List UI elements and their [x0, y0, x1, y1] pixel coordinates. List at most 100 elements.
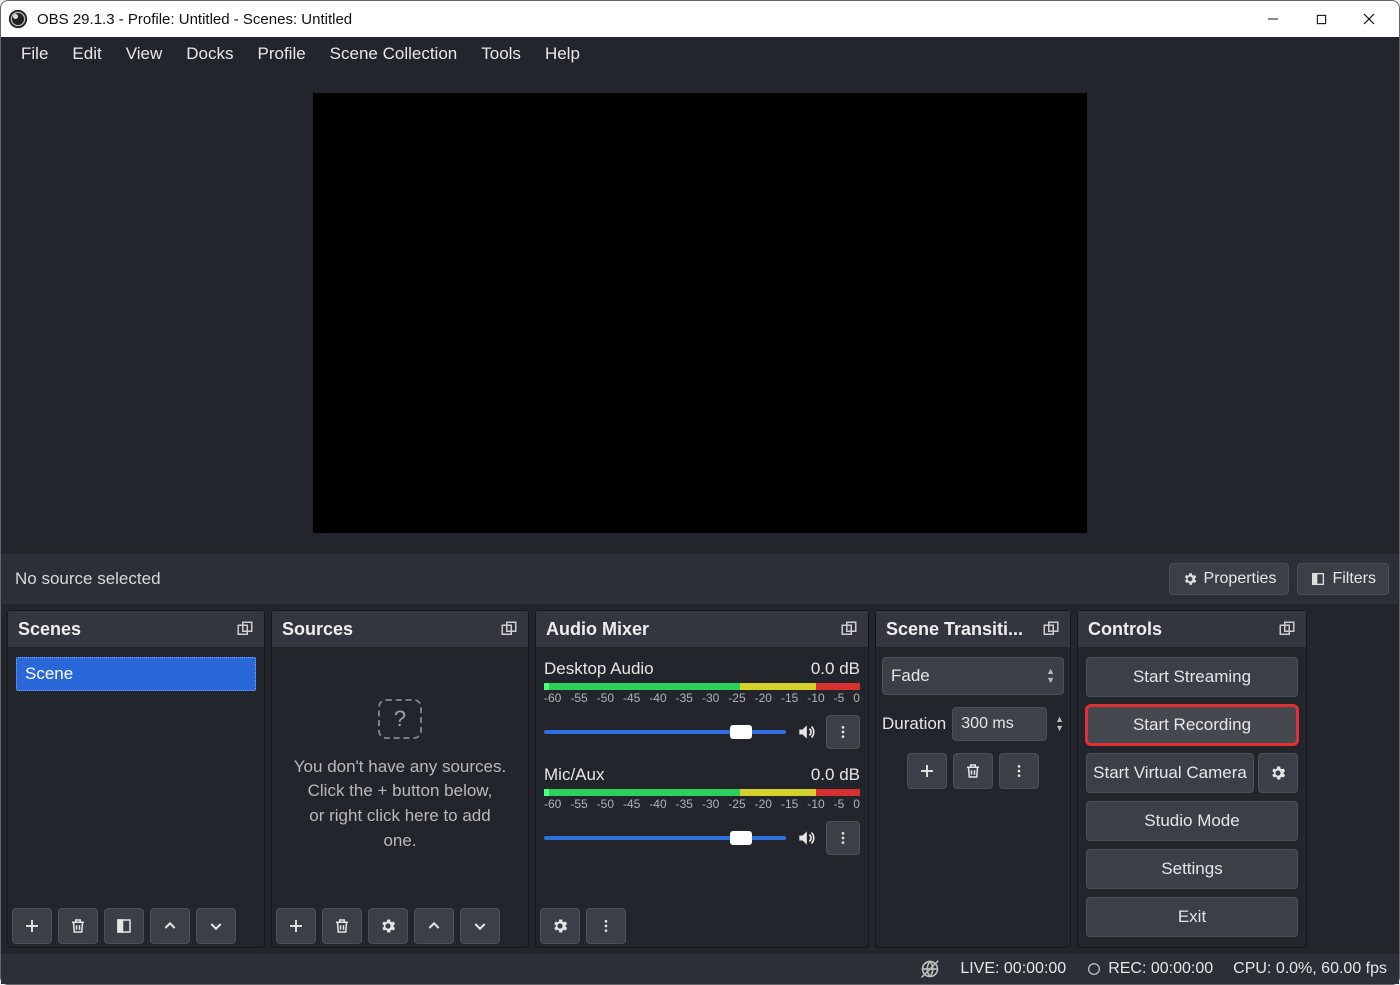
tick: -5	[834, 691, 845, 705]
gear-icon	[1182, 571, 1198, 587]
tick: -20	[755, 691, 772, 705]
status-rec: REC: 00:00:00	[1108, 960, 1213, 978]
menu-profile[interactable]: Profile	[245, 38, 317, 70]
tick: -55	[570, 691, 587, 705]
window-maximize-button[interactable]	[1297, 3, 1345, 35]
mixer-options-button[interactable]	[586, 908, 626, 944]
filters-button-label: Filters	[1332, 570, 1376, 588]
transition-select[interactable]: Fade ▲▼	[882, 657, 1064, 695]
record-icon	[1086, 961, 1102, 977]
audio-meter: -60 -55 -50 -45 -40 -35 -30 -25 -20 -15	[544, 683, 860, 713]
start-recording-button[interactable]: Start Recording	[1086, 705, 1298, 745]
tick: 0	[853, 797, 860, 811]
popout-icon[interactable]	[1042, 620, 1060, 638]
tick: -25	[728, 797, 745, 811]
tick: -60	[544, 797, 561, 811]
remove-transition-button[interactable]	[953, 753, 993, 789]
menu-docks[interactable]: Docks	[174, 38, 245, 70]
channel-name: Desktop Audio	[544, 659, 811, 679]
mute-button[interactable]	[792, 718, 820, 746]
popout-icon[interactable]	[1278, 620, 1296, 638]
popout-icon[interactable]	[500, 620, 518, 638]
tick: -30	[702, 691, 719, 705]
tick: -10	[807, 797, 824, 811]
add-scene-button[interactable]	[12, 908, 52, 944]
properties-button[interactable]: Properties	[1169, 563, 1290, 595]
add-source-button[interactable]	[276, 908, 316, 944]
menu-file[interactable]: File	[9, 38, 60, 70]
scene-transitions-panel: Scene Transiti... Fade ▲▼ Duration 300 m…	[875, 610, 1071, 948]
preview-canvas[interactable]	[313, 93, 1087, 533]
channel-options-button[interactable]	[826, 821, 860, 855]
move-source-down-button[interactable]	[460, 908, 500, 944]
properties-button-label: Properties	[1204, 570, 1277, 588]
menu-help[interactable]: Help	[533, 38, 592, 70]
tick: -10	[807, 691, 824, 705]
filters-icon	[1310, 571, 1326, 587]
preview-area	[1, 71, 1399, 554]
move-source-up-button[interactable]	[414, 908, 454, 944]
transition-select-value: Fade	[891, 666, 1046, 686]
menu-scene-collection[interactable]: Scene Collection	[318, 38, 470, 70]
remove-source-button[interactable]	[322, 908, 362, 944]
audio-mixer-panel: Audio Mixer Desktop Audio 0.0 dB	[535, 610, 869, 948]
virtual-camera-settings-button[interactable]	[1258, 753, 1298, 793]
window-close-button[interactable]	[1345, 3, 1393, 35]
source-properties-button[interactable]	[368, 908, 408, 944]
window-minimize-button[interactable]	[1249, 3, 1297, 35]
start-virtual-camera-button[interactable]: Start Virtual Camera	[1086, 753, 1254, 793]
scene-item[interactable]: Scene	[16, 657, 256, 691]
sources-panel-title: Sources	[282, 619, 353, 640]
obs-app-icon	[7, 8, 29, 30]
tick: -15	[781, 691, 798, 705]
tick: -25	[728, 691, 745, 705]
scene-filters-button[interactable]	[104, 908, 144, 944]
tick: -40	[649, 691, 666, 705]
move-scene-down-button[interactable]	[196, 908, 236, 944]
studio-mode-button[interactable]: Studio Mode	[1086, 801, 1298, 841]
duration-label: Duration	[882, 714, 946, 734]
popout-icon[interactable]	[236, 620, 254, 638]
spinner-arrows-icon[interactable]: ▲▼	[1055, 715, 1064, 733]
question-icon: ?	[378, 699, 422, 739]
popout-icon[interactable]	[840, 620, 858, 638]
status-cpu: CPU: 0.0%, 60.00 fps	[1233, 960, 1387, 978]
sources-empty-line1: You don't have any sources.	[294, 757, 506, 776]
sources-empty-state[interactable]: ? You don't have any sources. Click the …	[278, 653, 522, 899]
tick: -50	[597, 691, 614, 705]
select-arrows-icon: ▲▼	[1046, 667, 1055, 685]
mixer-channel-desktop-audio: Desktop Audio 0.0 dB -60 -55 -50 -45 -40	[544, 659, 860, 749]
status-live: LIVE: 00:00:00	[960, 960, 1066, 978]
menu-view[interactable]: View	[114, 38, 175, 70]
menu-bar: File Edit View Docks Profile Scene Colle…	[1, 37, 1399, 71]
transition-options-button[interactable]	[999, 753, 1039, 789]
remove-scene-button[interactable]	[58, 908, 98, 944]
status-network-icon	[920, 959, 940, 979]
advanced-audio-button[interactable]	[540, 908, 580, 944]
add-transition-button[interactable]	[907, 753, 947, 789]
menu-edit[interactable]: Edit	[60, 38, 113, 70]
source-toolbar: No source selected Properties Filters	[1, 554, 1399, 604]
exit-button[interactable]: Exit	[1086, 897, 1298, 937]
start-streaming-button[interactable]: Start Streaming	[1086, 657, 1298, 697]
window-title: OBS 29.1.3 - Profile: Untitled - Scenes:…	[37, 11, 1249, 28]
volume-slider[interactable]	[544, 730, 786, 734]
filters-button[interactable]: Filters	[1297, 563, 1389, 595]
controls-panel: Controls Start Streaming Start Recording…	[1077, 610, 1307, 948]
sources-empty-line3: or right click here to add one.	[309, 806, 490, 850]
settings-button[interactable]: Settings	[1086, 849, 1298, 889]
tick: -55	[570, 797, 587, 811]
tick: -20	[755, 797, 772, 811]
controls-panel-title: Controls	[1088, 619, 1162, 640]
tick: -40	[649, 797, 666, 811]
tick: -35	[676, 797, 693, 811]
transitions-panel-title: Scene Transiti...	[886, 619, 1023, 640]
move-scene-up-button[interactable]	[150, 908, 190, 944]
window-titlebar: OBS 29.1.3 - Profile: Untitled - Scenes:…	[1, 1, 1399, 37]
duration-input[interactable]: 300 ms	[952, 707, 1047, 741]
volume-slider[interactable]	[544, 836, 786, 840]
channel-options-button[interactable]	[826, 715, 860, 749]
menu-tools[interactable]: Tools	[469, 38, 533, 70]
mute-button[interactable]	[792, 824, 820, 852]
channel-name: Mic/Aux	[544, 765, 811, 785]
